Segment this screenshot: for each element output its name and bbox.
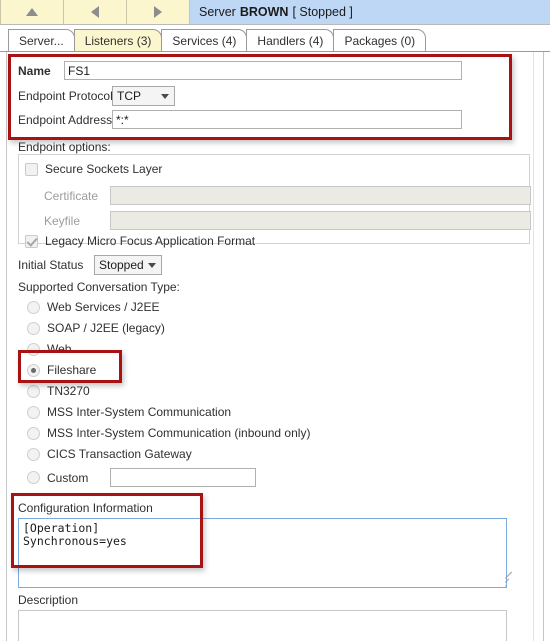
back-button[interactable] <box>64 0 127 24</box>
endpoint-address-input[interactable] <box>112 110 462 129</box>
endpoint-protocol-select-wrap: TCP <box>112 86 175 106</box>
radio-custom-label: Custom <box>47 470 89 485</box>
name-input[interactable] <box>64 61 462 80</box>
endpoint-options-caption: Endpoint options: <box>18 140 111 154</box>
legacy-format-checkbox[interactable] <box>25 234 38 248</box>
initial-status-select[interactable]: Stopped <box>94 255 162 275</box>
forward-button[interactable] <box>127 0 190 24</box>
radio-tn3270-label: TN3270 <box>47 384 90 398</box>
up-button[interactable] <box>0 0 64 24</box>
triangle-left-icon <box>91 6 99 18</box>
configuration-information-textarea[interactable]: [Operation] Synchronous=yes <box>18 518 507 588</box>
radio-fileshare[interactable]: Fileshare <box>27 363 96 377</box>
radio-cics-transaction-gateway[interactable]: CICS Transaction Gateway <box>27 447 192 461</box>
tab-packages[interactable]: Packages (0) <box>333 29 427 51</box>
initial-status-select-wrap: Stopped <box>94 255 162 275</box>
radio-web-services-j2ee-input[interactable] <box>27 300 40 314</box>
radio-web-label: Web <box>47 342 72 356</box>
configuration-information-caption: Configuration Information <box>18 501 153 515</box>
top-toolbar: Server BROWN [ Stopped ] <box>0 0 550 25</box>
endpoint-protocol-row: Endpoint Protocol TCP <box>18 86 175 106</box>
radio-custom[interactable]: Custom <box>27 468 256 487</box>
keyfile-label: Keyfile <box>44 213 81 228</box>
conversation-type-caption: Supported Conversation Type: <box>18 280 180 294</box>
radio-mss-isc-label: MSS Inter-System Communication <box>47 405 232 419</box>
endpoint-options-label: Endpoint options: <box>18 140 111 154</box>
tab-services[interactable]: Services (4) <box>161 29 248 51</box>
radio-web[interactable]: Web <box>27 342 71 356</box>
name-label: Name <box>18 63 51 78</box>
endpoint-address-row: Endpoint Address <box>18 110 462 129</box>
triangle-right-icon <box>154 6 162 18</box>
server-name: BROWN <box>239 5 289 19</box>
ssl-checkbox[interactable] <box>25 162 38 176</box>
certificate-label: Certificate <box>44 188 99 203</box>
radio-fileshare-input[interactable] <box>27 363 40 377</box>
certificate-input[interactable] <box>110 186 531 205</box>
keyfile-row: Keyfile <box>44 211 531 230</box>
initial-status-label: Initial Status <box>18 258 84 272</box>
panel-left-border <box>6 52 7 641</box>
name-row: Name <box>18 61 462 80</box>
tab-handlers[interactable]: Handlers (4) <box>246 29 335 51</box>
legacy-format-row[interactable]: Legacy Micro Focus Application Format <box>25 234 255 248</box>
radio-tn3270-input[interactable] <box>27 384 40 398</box>
radio-web-services-j2ee-label: Web Services / J2EE <box>47 300 160 314</box>
radio-mss-isc[interactable]: MSS Inter-System Communication <box>27 405 231 419</box>
radio-custom-input[interactable] <box>27 471 40 484</box>
tab-server[interactable]: Server... <box>8 29 75 51</box>
tab-listeners[interactable]: Listeners (3) <box>73 29 163 51</box>
configuration-information-label: Configuration Information <box>18 501 153 515</box>
ssl-checkbox-row[interactable]: Secure Sockets Layer <box>25 162 162 176</box>
radio-cics-transaction-gateway-input[interactable] <box>27 447 40 461</box>
ssl-label: Secure Sockets Layer <box>45 162 163 176</box>
endpoint-protocol-label: Endpoint Protocol <box>18 89 113 103</box>
radio-cics-transaction-gateway-label: CICS Transaction Gateway <box>47 447 192 461</box>
server-state: [ Stopped ] <box>292 5 353 19</box>
radio-mss-isc-input[interactable] <box>27 405 40 419</box>
radio-soap-j2ee-legacy[interactable]: SOAP / J2EE (legacy) <box>27 321 165 335</box>
radio-web-services-j2ee[interactable]: Web Services / J2EE <box>27 300 160 314</box>
radio-tn3270[interactable]: TN3270 <box>27 384 90 398</box>
listener-detail-panel: Name Endpoint Protocol TCP Endpoint Addr… <box>0 52 550 641</box>
radio-soap-j2ee-legacy-label: SOAP / J2EE (legacy) <box>47 321 165 335</box>
radio-fileshare-label: Fileshare <box>47 363 97 377</box>
description-textarea[interactable] <box>18 610 507 641</box>
legacy-format-label: Legacy Micro Focus Application Format <box>45 234 256 248</box>
panel-inner-right-border <box>533 52 534 641</box>
triangle-up-icon <box>26 8 38 16</box>
keyfile-input[interactable] <box>110 211 531 230</box>
panel-right-border <box>543 52 544 641</box>
certificate-row: Certificate <box>44 186 531 205</box>
radio-mss-isc-inbound[interactable]: MSS Inter-System Communication (inbound … <box>27 426 310 440</box>
radio-web-input[interactable] <box>27 342 40 356</box>
endpoint-protocol-select[interactable]: TCP <box>112 86 175 106</box>
description-label: Description <box>18 593 79 607</box>
server-status-prefix: Server <box>199 5 236 19</box>
initial-status-row: Initial Status Stopped <box>18 255 162 275</box>
radio-soap-j2ee-legacy-input[interactable] <box>27 321 40 335</box>
tab-bar: Server... Listeners (3) Services (4) Han… <box>0 25 550 52</box>
radio-mss-isc-inbound-label: MSS Inter-System Communication (inbound … <box>47 426 311 440</box>
endpoint-address-label: Endpoint Address <box>18 112 113 127</box>
description-caption: Description <box>18 593 78 607</box>
custom-conversation-input[interactable] <box>110 468 256 487</box>
server-status-bar: Server BROWN [ Stopped ] <box>190 0 550 24</box>
conversation-type-label: Supported Conversation Type: <box>18 280 180 294</box>
radio-mss-isc-inbound-input[interactable] <box>27 426 40 440</box>
